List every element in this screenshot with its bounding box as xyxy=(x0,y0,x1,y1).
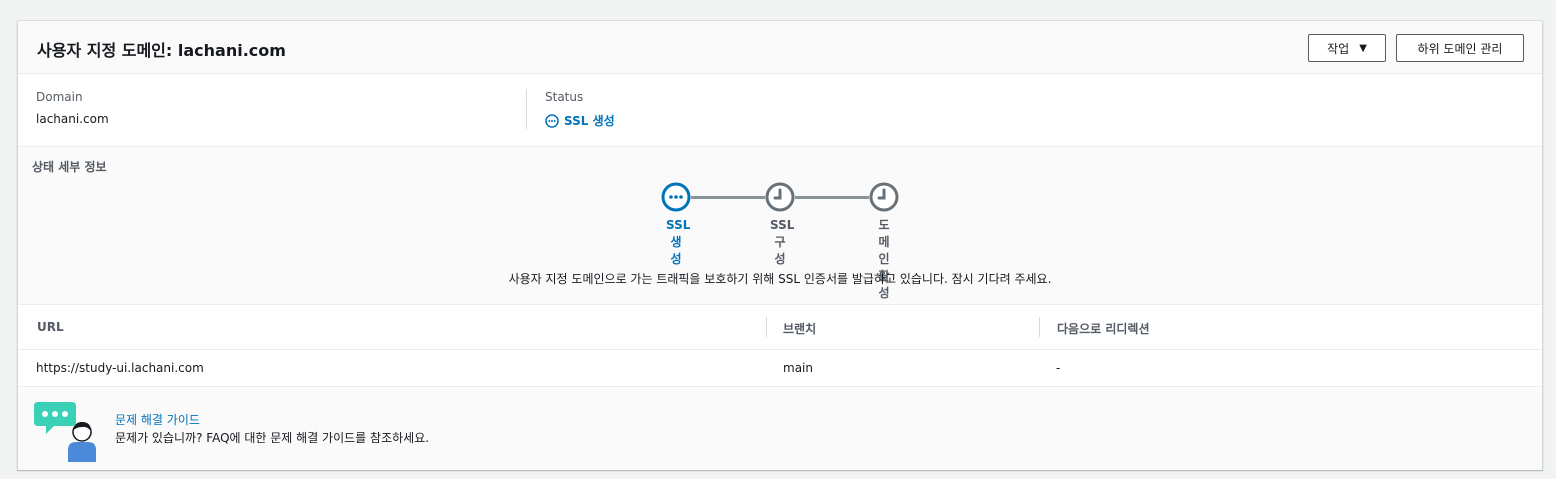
column-divider xyxy=(1039,317,1040,337)
status-details: 상태 세부 정보 SSL 생 성 SSL 구 성 도 메 인 활 성 사용자 지… xyxy=(18,147,1542,305)
table-header-row: URL 브랜치 다음으로 리디렉션 xyxy=(18,305,1542,350)
actions-button[interactable]: 작업 ▼ xyxy=(1308,34,1386,62)
domain-summary: Domain lachani.com Status SSL 생성 xyxy=(18,75,1542,147)
troubleshooting-description: 문제가 있습니까? FAQ에 대한 문제 해결 가이드를 참조하세요. xyxy=(115,431,430,445)
column-divider xyxy=(526,89,527,129)
step-connector xyxy=(691,196,768,199)
domain-label: Domain xyxy=(36,90,83,104)
step-1-label: SSL 생 성 xyxy=(666,218,691,266)
status-column: Status SSL 생성 xyxy=(545,90,615,129)
column-header-redirect[interactable]: 다음으로 리디렉션 xyxy=(1057,320,1150,337)
cell-redirect: - xyxy=(1056,361,1061,375)
manage-subdomains-button[interactable]: 하위 도메인 관리 xyxy=(1396,34,1524,62)
status-message: 사용자 지정 도메인으로 가는 트래픽을 보호하기 위해 SSL 인증서를 발급… xyxy=(508,272,1052,286)
status-label: Status xyxy=(545,90,584,104)
column-header-url[interactable]: URL xyxy=(37,320,64,334)
caret-down-icon: ▼ xyxy=(1359,42,1367,54)
step-2-pending-clock-icon xyxy=(765,182,795,212)
troubleshooting-panel: 문제 해결 가이드 문제가 있습니까? FAQ에 대한 문제 해결 가이드를 참… xyxy=(18,388,1542,470)
domain-value: lachani.com xyxy=(36,112,109,126)
domain-column: Domain lachani.com xyxy=(36,90,109,126)
card-header: 사용자 지정 도메인: lachani.com 작업 ▼ 하위 도메인 관리 xyxy=(18,21,1542,74)
status-indicator: SSL 생성 xyxy=(545,112,615,129)
step-connector xyxy=(795,196,872,199)
status-value: SSL 생성 xyxy=(564,114,615,128)
cell-url: https://study-ui.lachani.com xyxy=(36,361,204,375)
step-2-label: SSL 구 성 xyxy=(770,218,795,266)
page-title: 사용자 지정 도메인: lachani.com xyxy=(37,41,286,60)
column-header-branch[interactable]: 브랜치 xyxy=(783,320,816,337)
cell-branch: main xyxy=(783,361,813,375)
subdomain-table: URL 브랜치 다음으로 리디렉션 https://study-ui.lacha… xyxy=(18,305,1542,387)
table-row: https://study-ui.lachani.com main - xyxy=(18,350,1542,387)
in-progress-icon xyxy=(545,113,559,128)
support-person-icon xyxy=(34,402,96,462)
step-1-in-progress-icon xyxy=(661,182,691,212)
custom-domain-card: 사용자 지정 도메인: lachani.com 작업 ▼ 하위 도메인 관리 D… xyxy=(17,20,1543,470)
step-3-label: 도 메 인 활 성 xyxy=(878,218,890,300)
column-divider xyxy=(766,317,767,337)
step-3-pending-clock-icon xyxy=(869,182,899,212)
actions-button-label: 작업 xyxy=(1327,41,1350,56)
troubleshooting-guide-link[interactable]: 문제 해결 가이드 xyxy=(115,411,200,428)
